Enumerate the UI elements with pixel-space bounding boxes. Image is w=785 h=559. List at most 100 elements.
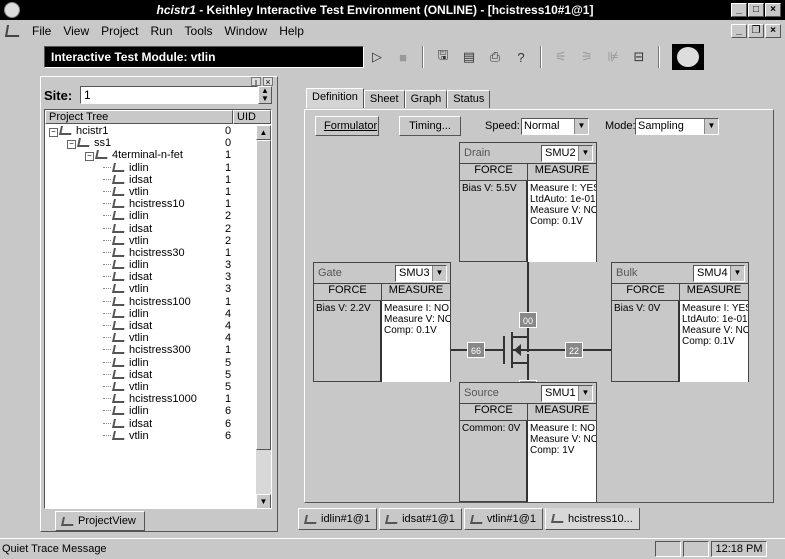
tree-row[interactable]: idsat 4 — [45, 320, 257, 332]
tree-row[interactable]: vtlin 2 — [45, 235, 257, 247]
bulk-measure[interactable]: Measure I: YES LtdAuto: 1e-01 Measure V:… — [680, 301, 748, 382]
tree-row[interactable]: idlin 4 — [45, 308, 257, 320]
run-icon[interactable]: ▷ — [366, 46, 388, 68]
tree-header-name[interactable]: Project Tree — [45, 110, 233, 124]
tree-row[interactable]: idsat 2 — [45, 223, 257, 235]
site-input[interactable]: 1 — [80, 86, 258, 104]
tool-icon-3[interactable]: ⊯ — [602, 46, 624, 68]
tree-row[interactable]: idsat 5 — [45, 369, 257, 381]
source-measure[interactable]: Measure I: NO Measure V: NO Comp: 1V — [528, 421, 596, 502]
doc-tab-vtlin[interactable]: vtlin#1@1 — [463, 508, 543, 530]
scroll-up-icon[interactable]: ▲ — [256, 125, 271, 140]
tree-row[interactable]: vtlin 4 — [45, 332, 257, 344]
tree-row[interactable]: idsat 1 — [45, 174, 257, 186]
gate-smu-select[interactable]: SMU3 ▼ — [395, 265, 447, 282]
menu-window[interactable]: Window — [219, 24, 274, 38]
save-all-icon[interactable]: ▤ — [458, 46, 480, 68]
tree-row[interactable]: idlin 3 — [45, 259, 257, 271]
tree-row[interactable]: idlin 6 — [45, 405, 257, 417]
mode-select[interactable]: Sampling ▼ — [635, 118, 719, 135]
test-icon — [112, 296, 126, 306]
formulator-button[interactable]: Formulator — [315, 116, 379, 136]
tree-row[interactable]: vtlin 6 — [45, 430, 257, 442]
tree-row[interactable]: hcistress30 1 — [45, 247, 257, 259]
menu-run[interactable]: Run — [145, 24, 179, 38]
maximize-button[interactable]: □ — [748, 3, 764, 17]
drain-stub — [513, 336, 527, 338]
tree-row[interactable]: − hcistr1 0 — [45, 125, 257, 137]
project-view-tab[interactable]: ProjectView — [55, 511, 145, 531]
tool-icon-2[interactable]: ⚞ — [576, 46, 598, 68]
document-icon[interactable] — [4, 25, 22, 37]
chevron-down-icon[interactable]: ▼ — [574, 119, 588, 134]
tab-sheet[interactable]: Sheet — [363, 90, 405, 108]
tree-row[interactable]: hcistress10 1 — [45, 198, 257, 210]
source-smu-select[interactable]: SMU1 ▼ — [541, 385, 593, 402]
tree-row[interactable]: vtlin 1 — [45, 186, 257, 198]
drain-smu-select[interactable]: SMU2 ▼ — [541, 145, 593, 162]
menu-help[interactable]: Help — [273, 24, 310, 38]
app-icon[interactable] — [4, 2, 20, 18]
speed-select[interactable]: Normal ▼ — [521, 118, 589, 135]
stop-icon[interactable]: ■ — [392, 46, 414, 68]
chevron-down-icon[interactable]: ▼ — [578, 146, 592, 161]
collapse-icon[interactable]: − — [67, 140, 76, 150]
tree-row[interactable]: vtlin 5 — [45, 381, 257, 393]
menu-file[interactable]: File — [26, 24, 57, 38]
source-force[interactable]: Common: 0V — [460, 421, 528, 502]
help-icon[interactable]: ? — [510, 46, 532, 68]
save-icon[interactable]: 🖫 — [432, 46, 454, 68]
project-tree: Project Tree UID − hcistr1 0− ss1 0−4termina… — [44, 109, 272, 509]
tab-definition[interactable]: Definition — [306, 88, 364, 108]
tree-row[interactable]: hcistress100 1 — [45, 296, 257, 308]
keithley-logo-icon[interactable] — [672, 44, 704, 70]
gate-force[interactable]: Bias V: 2.2V — [314, 301, 382, 382]
scroll-down-icon[interactable]: ▼ — [256, 494, 271, 508]
timing-button[interactable]: Timing... — [399, 116, 461, 136]
tree-row[interactable]: hcistress300 1 — [45, 344, 257, 356]
tree-scrollbar[interactable]: ▲ ▼ — [256, 125, 271, 508]
menu-tools[interactable]: Tools — [179, 24, 219, 38]
doc-tab-hcistress10[interactable]: hcistress10... — [544, 508, 640, 530]
tree-row-label: idlin — [129, 405, 149, 418]
tree-row[interactable]: − 4terminal-n-fet 1 — [45, 149, 257, 162]
scroll-thumb[interactable] — [256, 140, 271, 450]
doc-restore-button[interactable]: ❐ — [748, 24, 764, 38]
tree-row[interactable]: idlin 2 — [45, 210, 257, 222]
tool-icon-4[interactable]: ⊟ — [628, 46, 650, 68]
site-spinner[interactable]: ▲ ▼ — [258, 86, 272, 104]
collapse-icon[interactable]: − — [49, 128, 58, 137]
tree-row[interactable]: idsat 3 — [45, 271, 257, 283]
chevron-down-icon[interactable]: ▼ — [432, 266, 446, 281]
tab-status[interactable]: Status — [447, 90, 491, 108]
tree-row[interactable]: vtlin 3 — [45, 283, 257, 295]
doc-minimize-button[interactable]: _ — [731, 24, 747, 38]
doc-close-button[interactable]: × — [765, 24, 781, 38]
tree-row[interactable]: hcistress1000 1 — [45, 393, 257, 405]
minimize-button[interactable]: _ — [731, 3, 747, 17]
drain-measure[interactable]: Measure I: YES LtdAuto: 1e-01 Measure V:… — [528, 181, 596, 262]
menu-project[interactable]: Project — [95, 24, 144, 38]
drain-force[interactable]: Bias V: 5.5V — [460, 181, 528, 262]
tab-graph[interactable]: Graph — [404, 90, 448, 108]
chevron-down-icon[interactable]: ▼ — [704, 119, 718, 134]
tree-row-label: idsat — [129, 368, 153, 381]
print-icon[interactable]: ⎙ — [484, 46, 506, 68]
chevron-down-icon[interactable]: ▼ — [730, 266, 744, 281]
doc-tab-idlin[interactable]: idlin#1@1 — [298, 508, 378, 530]
tree-row[interactable]: − ss1 0 — [45, 137, 257, 150]
tool-icon-1[interactable]: ⚟ — [550, 46, 572, 68]
tree-header-uid[interactable]: UID — [233, 110, 271, 124]
tree-row[interactable]: idlin 1 — [45, 162, 257, 174]
collapse-icon[interactable]: − — [85, 152, 94, 162]
chevron-down-icon[interactable]: ▼ — [578, 386, 592, 401]
definition-panel: Formulator Timing... Speed: Normal ▼ Mod… — [304, 109, 774, 503]
tree-row[interactable]: idsat 6 — [45, 418, 257, 430]
tree-row[interactable]: idlin 5 — [45, 357, 257, 369]
bulk-smu-select[interactable]: SMU4 ▼ — [693, 265, 745, 282]
gate-measure[interactable]: Measure I: NO Measure V: NO Comp: 0.1V — [382, 301, 450, 382]
doc-tab-idsat[interactable]: idsat#1@1 — [379, 508, 462, 530]
close-button[interactable]: × — [765, 3, 781, 17]
bulk-force[interactable]: Bias V: 0V — [612, 301, 680, 382]
menu-view[interactable]: View — [57, 24, 95, 38]
